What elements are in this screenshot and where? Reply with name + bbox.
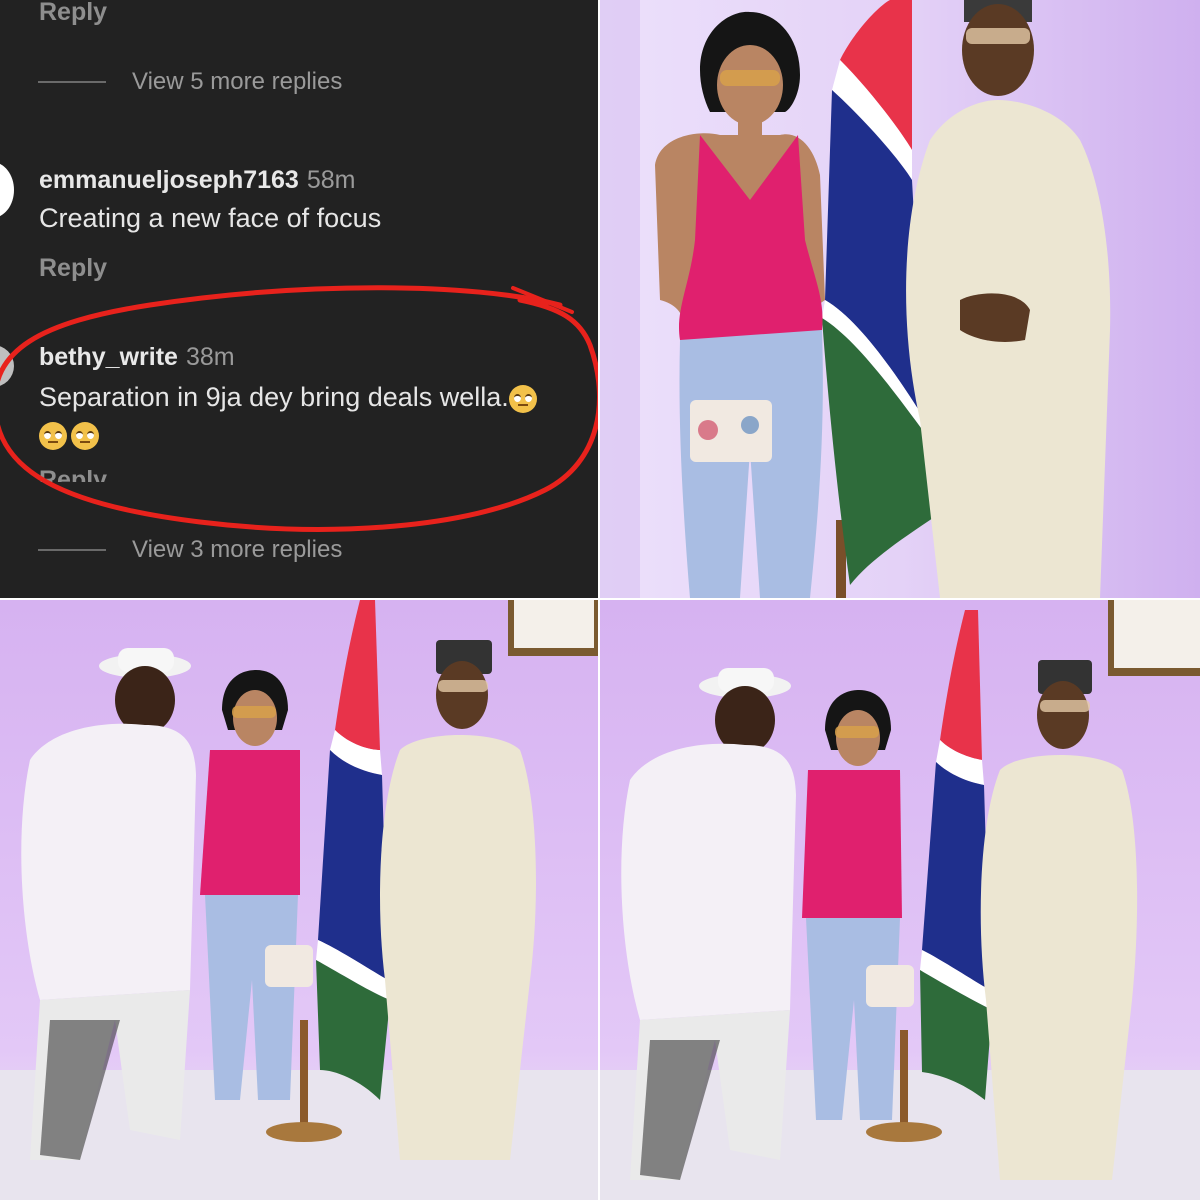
comment-1-username[interactable]: emmanueljoseph7163	[39, 166, 299, 194]
collage: Reply View 5 more replies emmanueljoseph…	[0, 0, 1200, 1200]
comment-2-username[interactable]: bethy_write	[39, 343, 178, 371]
comment-2-text-line: Separation in 9ja dey bring deals wella.	[39, 382, 541, 413]
reply-button-top[interactable]: Reply	[39, 0, 107, 27]
comment-1-reply-button[interactable]: Reply	[39, 254, 107, 283]
comment-2-text: Separation in 9ja dey bring deals wella.	[39, 382, 509, 412]
view-more-replies-1[interactable]: View 5 more replies	[132, 68, 342, 96]
replies-divider	[38, 81, 106, 83]
comment-2-reply-button[interactable]: Reply	[39, 466, 107, 482]
rolling-eyes-emoji-icon	[508, 384, 537, 413]
view-more-replies-2[interactable]: View 3 more replies	[132, 536, 342, 564]
photo-2	[0, 600, 598, 1200]
comment-1-text: Creating a new face of focus	[39, 203, 382, 233]
comment-2-header: bethy_write 38m	[39, 343, 235, 372]
photo-3	[600, 600, 1200, 1200]
comment-2-time: 38m	[185, 343, 235, 371]
comment-1-header: emmanueljoseph7163 58m	[39, 166, 355, 195]
comments-screenshot: Reply View 5 more replies emmanueljoseph…	[0, 0, 598, 598]
comment-2-emoji-row	[39, 422, 103, 450]
rolling-eyes-emoji-icon	[71, 422, 99, 450]
replies-divider	[38, 549, 106, 551]
rolling-eyes-emoji-icon	[39, 422, 67, 450]
avatar-emmanueljoseph[interactable]	[0, 162, 14, 218]
comment-1-time: 58m	[306, 166, 356, 194]
photo-1	[600, 0, 1200, 598]
avatar-bethy-write[interactable]	[0, 345, 14, 387]
